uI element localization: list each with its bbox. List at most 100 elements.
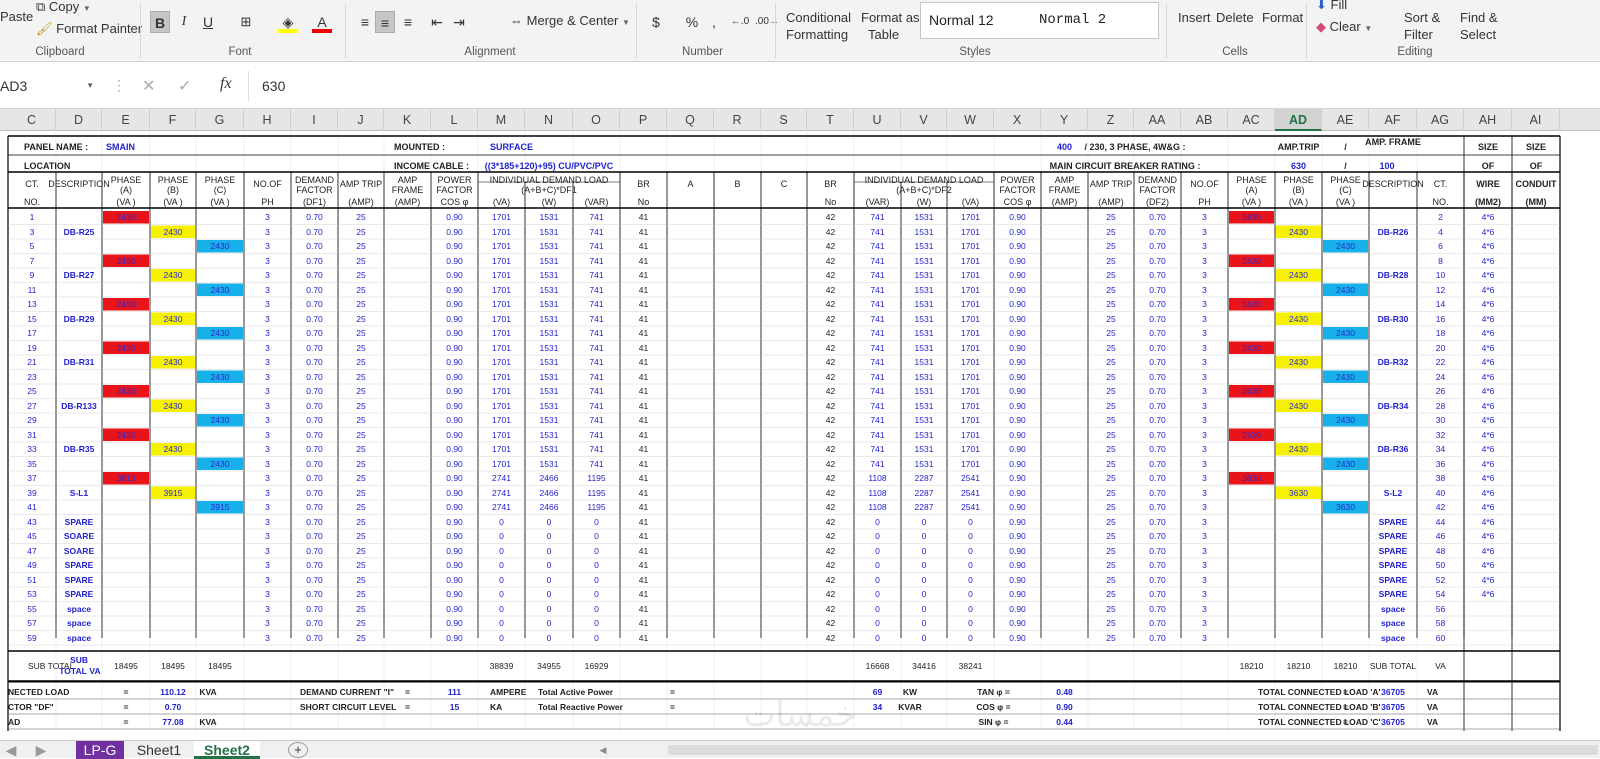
column-header-af[interactable]: AF [1369, 109, 1417, 131]
column-header-q[interactable]: Q [667, 109, 714, 131]
column-header-ah[interactable]: AH [1464, 109, 1512, 131]
column-header-k[interactable]: K [384, 109, 431, 131]
column-header-i[interactable]: I [291, 109, 338, 131]
scroll-right-icon[interactable]: ▶ [34, 741, 48, 759]
increase-decimal-icon[interactable]: ←.0 [730, 11, 750, 33]
delete-button[interactable]: Delete [1216, 10, 1254, 25]
style-normal-2[interactable]: Normal 2 [1039, 12, 1106, 28]
percent-button[interactable]: % [682, 11, 702, 33]
italic-button[interactable]: I [174, 11, 194, 33]
formula-input[interactable]: 630 [262, 78, 285, 94]
wire-size: 4*6 [1481, 531, 1495, 541]
column-header-j[interactable]: J [338, 109, 384, 131]
phase-load: 2430 [1289, 270, 1308, 280]
column-header-r[interactable]: R [714, 109, 761, 131]
clear-button[interactable]: ◆ Clear ▼ [1316, 19, 1372, 35]
amp-trip: 25 [356, 299, 366, 309]
column-header-ab[interactable]: AB [1181, 109, 1228, 131]
cancel-icon[interactable]: ✕ [142, 76, 155, 96]
column-header-t[interactable]: T [807, 109, 854, 131]
column-header-ac[interactable]: AC [1228, 109, 1275, 131]
demand-var: 0 [875, 516, 880, 527]
column-header-o[interactable]: O [573, 109, 620, 131]
decrease-indent-icon[interactable]: ⇤ [427, 11, 447, 33]
increase-indent-icon[interactable]: ⇥ [449, 11, 469, 33]
demand-var: 741 [589, 400, 604, 411]
column-header-aa[interactable]: AA [1134, 109, 1181, 131]
description: space [1380, 603, 1406, 614]
underline-button[interactable]: U [198, 11, 218, 33]
column-header-l[interactable]: L [431, 109, 478, 131]
comma-button[interactable]: , [704, 11, 724, 33]
breaker-no: 41 [638, 299, 649, 309]
column-header-z[interactable]: Z [1088, 109, 1134, 131]
hscroll-left-icon[interactable]: ◀ [598, 741, 608, 759]
format-painter-button[interactable]: 🖌 Format Painter [36, 21, 142, 37]
tab-lp-g[interactable]: LP-G [76, 741, 124, 759]
column-header-y[interactable]: Y [1041, 109, 1088, 131]
tab-sheet1[interactable]: Sheet1 [126, 741, 192, 759]
amp-trip: 25 [1106, 444, 1116, 454]
demand-factor: 0.70 [1149, 270, 1166, 280]
fill-button[interactable]: ⬇ Fill [1316, 0, 1347, 13]
copy-button[interactable]: ⧉ Copy ▼ [36, 0, 91, 15]
power-factor: 0.90 [1009, 400, 1026, 411]
style-normal-12[interactable]: Normal 12 [929, 12, 994, 28]
circuit-number: 45 [27, 531, 37, 541]
column-header-n[interactable]: N [525, 109, 573, 131]
description: SPARE [1378, 574, 1408, 585]
column-header-d[interactable]: D [56, 109, 102, 131]
demand-va: 1701 [492, 255, 511, 266]
borders-icon[interactable]: ⊞ [236, 11, 256, 33]
column-header-v[interactable]: V [901, 109, 947, 131]
align-center-icon[interactable]: ≡ [375, 11, 395, 33]
align-right-icon[interactable]: ≡ [398, 11, 418, 33]
column-header-ai[interactable]: AI [1512, 109, 1560, 131]
column-header-x[interactable]: X [994, 109, 1041, 131]
fx-icon[interactable]: fx [220, 75, 232, 93]
column-header-u[interactable]: U [854, 109, 901, 131]
breaker-no: 42 [825, 357, 836, 367]
column-header-ae[interactable]: AE [1322, 109, 1369, 131]
font-color-button[interactable]: A [312, 11, 332, 33]
column-header-p[interactable]: P [620, 109, 667, 131]
fill-color-icon[interactable]: ◈ [278, 11, 298, 33]
merge-center-button[interactable]: ⇔ Merge & Center ▼ [510, 13, 630, 28]
breaker-no: 41 [638, 458, 649, 469]
phase-load: 2430 [116, 429, 136, 440]
wire-size: 4*6 [1481, 357, 1495, 367]
column-header-s[interactable]: S [761, 109, 807, 131]
sort-filter-button[interactable]: Sort & [1404, 10, 1440, 25]
bold-button[interactable]: B [150, 11, 170, 33]
cell-styles-gallery[interactable]: Normal 12 Normal 2 [920, 2, 1159, 39]
column-header-f[interactable]: F [150, 109, 196, 131]
no-of-ph: 3 [1202, 632, 1207, 643]
column-header-m[interactable]: M [478, 109, 525, 131]
amp-trip: 25 [356, 313, 366, 324]
paste-button[interactable]: Paste [0, 9, 33, 24]
column-header-ad[interactable]: AD [1275, 109, 1322, 131]
format-button[interactable]: Format [1262, 10, 1303, 25]
phase-load: 2430 [163, 444, 183, 454]
enter-icon[interactable]: ✓ [178, 76, 191, 96]
demand-w: 2466 [539, 473, 559, 483]
name-box[interactable]: AD3 ▼ [0, 78, 96, 94]
worksheet-grid[interactable]: PANEL NAME : SMAIN MOUNTED : SURFACE 400/ 23… [0, 131, 1600, 731]
column-header-h[interactable]: H [244, 109, 291, 131]
format-as-table-button[interactable]: Format as [861, 10, 920, 25]
horizontal-scrollbar[interactable] [668, 745, 1598, 755]
column-header-ag[interactable]: AG [1417, 109, 1464, 131]
column-header-g[interactable]: G [196, 109, 244, 131]
conditional-formatting-button[interactable]: Conditional [786, 10, 851, 25]
column-header-w[interactable]: W [947, 109, 994, 131]
tab-sheet2[interactable]: Sheet2 [194, 741, 260, 759]
insert-button[interactable]: Insert [1178, 10, 1211, 25]
currency-icon[interactable]: $ [646, 11, 666, 33]
column-header-c[interactable]: C [8, 109, 56, 131]
scroll-left-icon[interactable]: ◀ [4, 741, 18, 759]
add-sheet-icon[interactable]: + [288, 742, 308, 758]
column-header-e[interactable]: E [102, 109, 150, 131]
align-left-icon[interactable]: ≡ [355, 11, 375, 33]
demand-w: 2287 [914, 487, 934, 498]
find-select-button[interactable]: Find & [1460, 10, 1498, 25]
